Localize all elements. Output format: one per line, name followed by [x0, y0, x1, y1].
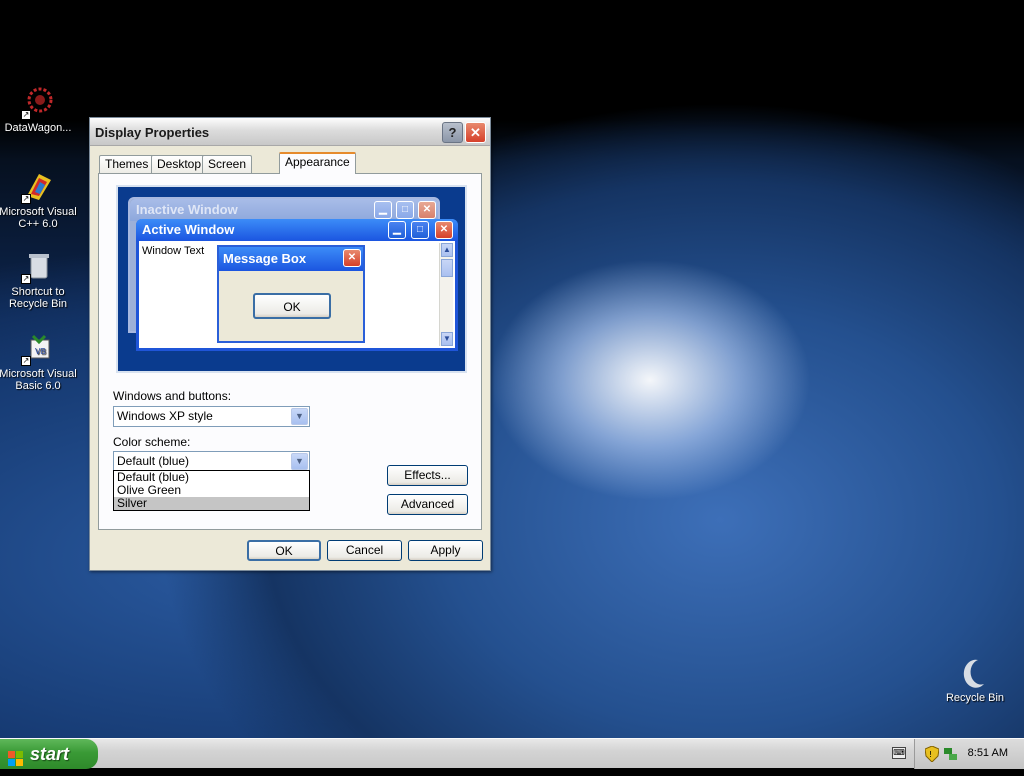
visual-basic-icon: VB ↗ [21, 332, 55, 366]
visual-cpp-icon: ↗ [21, 170, 55, 204]
windows-buttons-select[interactable]: Windows XP style ▼ [113, 406, 310, 427]
maximize-icon: □ [396, 201, 414, 219]
svg-text:VB: VB [35, 347, 46, 356]
desktop-icon-visual-basic[interactable]: VB ↗ Microsoft Visual Basic 6.0 [0, 332, 78, 392]
scroll-down-icon: ▼ [441, 332, 453, 346]
system-tray: ! 8:51 AM [914, 739, 1024, 769]
tab-appearance[interactable]: Appearance [279, 152, 356, 174]
color-scheme-value: Default (blue) [117, 454, 190, 468]
close-icon: ✕ [418, 201, 436, 219]
desktop-icon-visual-cpp[interactable]: ↗ Microsoft Visual C++ 6.0 [0, 170, 78, 230]
active-window-title: Active Window [142, 222, 235, 237]
shortcut-arrow-icon: ↗ [21, 110, 31, 120]
preview-scrollbar: ▲ ▼ [439, 243, 453, 346]
shortcut-arrow-icon: ↗ [21, 274, 31, 284]
desktop-icon-recycle-shortcut[interactable]: ↗ Shortcut to Recycle Bin [0, 250, 78, 310]
desktop-icon-label: Recycle Bin [945, 692, 1005, 704]
close-icon: ✕ [343, 249, 361, 267]
ok-button[interactable]: OK [247, 540, 321, 561]
preview-message-box: Message Box ✕ OK [217, 245, 365, 343]
color-scheme-label: Color scheme: [113, 435, 191, 449]
window-text: Window Text [142, 245, 205, 257]
message-box-title: Message Box [223, 251, 307, 266]
network-icon[interactable] [943, 746, 959, 762]
windows-buttons-value: Windows XP style [117, 409, 213, 423]
maximize-icon: □ [411, 221, 429, 239]
scroll-thumb [441, 259, 453, 277]
message-box-ok-button: OK [253, 293, 331, 319]
window-title: Display Properties [95, 125, 210, 140]
cancel-button[interactable]: Cancel [327, 540, 402, 561]
start-label: start [30, 744, 70, 764]
svg-text:!: ! [929, 750, 932, 759]
message-box-title-bar: Message Box ✕ [219, 247, 363, 271]
help-button[interactable]: ? [442, 122, 463, 143]
windows-buttons-label: Windows and buttons: [113, 389, 232, 403]
desktop-icon-label: Microsoft Visual C++ 6.0 [0, 206, 77, 230]
tab-screen-saver[interactable]: Screen Saver [202, 155, 253, 188]
start-button[interactable]: start [0, 739, 98, 769]
tab-themes[interactable]: Themes [99, 155, 155, 174]
scroll-up-icon: ▲ [441, 243, 453, 257]
recycle-bin-shortcut-icon: ↗ [21, 250, 55, 284]
color-scheme-dropdown-list: Default (blue) Olive Green Silver [113, 470, 310, 511]
datawagon-icon: ↗ [21, 86, 55, 120]
desktop-icon-label: Microsoft Visual Basic 6.0 [0, 368, 77, 392]
recycle-bin-icon [958, 656, 992, 690]
tab-desktop[interactable]: Desktop [151, 155, 208, 174]
display-properties-dialog: Display Properties ? ✕ Themes Desktop Sc… [89, 117, 491, 571]
chevron-down-icon[interactable]: ▼ [291, 408, 308, 425]
color-scheme-option-silver[interactable]: Silver [114, 497, 309, 510]
desktop-icon-label: Shortcut to Recycle Bin [8, 286, 68, 310]
desktop-icon-recycle-bin[interactable]: Recycle Bin [935, 656, 1015, 704]
desktop-icon-label: DataWagon... [4, 122, 72, 134]
taskbar: start ⌨ ! 8:51 AM [0, 738, 1024, 769]
security-shield-icon[interactable]: ! [924, 745, 940, 763]
windows-flag-icon [8, 746, 24, 766]
color-scheme-select[interactable]: Default (blue) ▼ [113, 451, 310, 472]
appearance-preview: Inactive Window ▁ □ ✕ Active Window ▁ □ … [116, 185, 467, 373]
shortcut-arrow-icon: ↗ [21, 194, 31, 204]
keyboard-icon[interactable]: ⌨ [892, 747, 906, 759]
apply-button[interactable]: Apply [408, 540, 483, 561]
active-title-bar: Active Window ▁ □ ✕ [136, 219, 458, 241]
inactive-title-bar: Inactive Window ▁ □ ✕ [130, 199, 438, 221]
close-button[interactable]: ✕ [465, 122, 486, 143]
minimize-icon: ▁ [374, 201, 392, 219]
advanced-button[interactable]: Advanced [387, 494, 468, 515]
shortcut-arrow-icon: ↗ [21, 356, 31, 366]
minimize-icon: ▁ [388, 221, 406, 239]
chevron-down-icon[interactable]: ▼ [291, 453, 308, 470]
close-icon: ✕ [435, 221, 453, 239]
clock[interactable]: 8:51 AM [968, 747, 1008, 759]
title-bar[interactable]: Display Properties ? ✕ [90, 118, 490, 146]
inactive-window-title: Inactive Window [136, 202, 238, 217]
desktop-icon-datawagon[interactable]: ↗ DataWagon... [0, 86, 78, 134]
effects-button[interactable]: Effects... [387, 465, 468, 486]
